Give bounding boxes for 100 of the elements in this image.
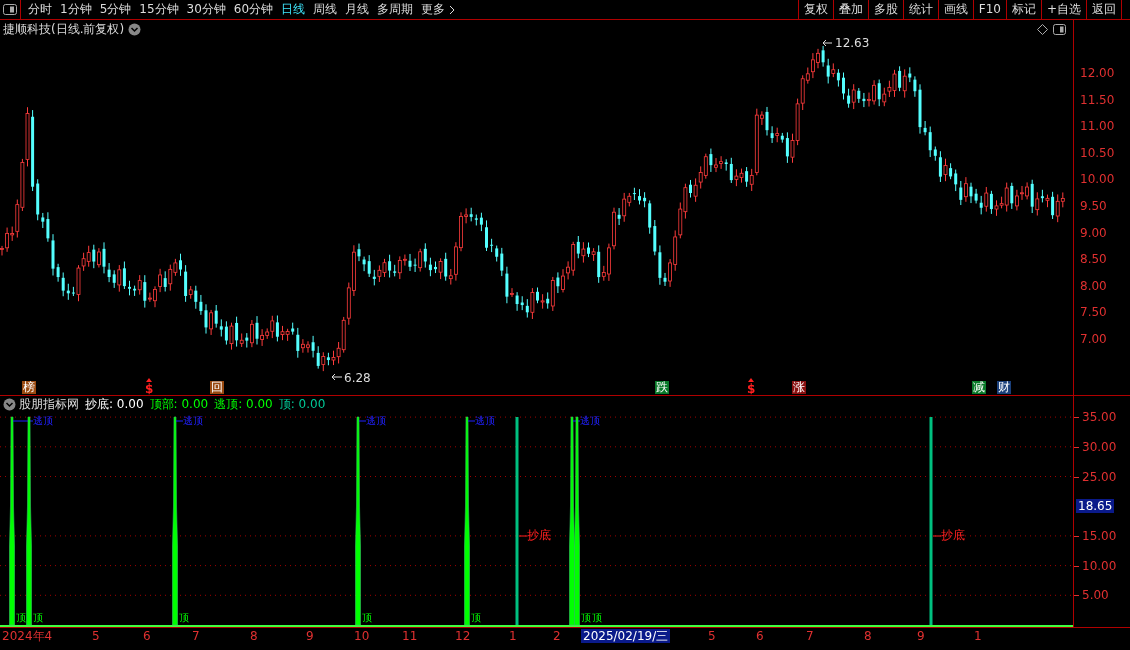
dollar-marker: $ (747, 383, 756, 396)
date-label: 9 (306, 629, 314, 643)
axis-label: 10.50 (1080, 145, 1115, 160)
tick-mark (1074, 417, 1079, 419)
indicator-value: 逃顶: 0.00 (214, 396, 273, 413)
period-tab[interactable]: 分时 (24, 0, 56, 19)
date-label: 2024年4 (2, 629, 53, 643)
leader-line (12, 420, 34, 422)
date-label: 8 (250, 629, 258, 643)
toolbar-button[interactable]: 返回 (1086, 0, 1122, 19)
marker-tag: 减 (972, 381, 986, 394)
signal-label: 逃顶 (33, 415, 53, 426)
leader-line (572, 420, 581, 422)
signal-label: 逃顶 (183, 415, 203, 426)
axis-label: 11.50 (1080, 92, 1115, 107)
panel-toggle-icon[interactable] (1053, 23, 1066, 35)
date-label: 2025/02/19/三 (581, 629, 671, 643)
chevron-right-icon (448, 4, 457, 15)
signal-label: 顶 (581, 612, 591, 623)
tick-mark (1074, 476, 1079, 478)
period-tab[interactable]: 更多 (417, 0, 461, 19)
axis-label: 10.00 (1080, 172, 1115, 187)
caret-up-icon (748, 378, 754, 382)
axis-label: 25.00 (1082, 469, 1117, 484)
period-tab[interactable]: 15分钟 (135, 0, 183, 19)
indicator-value: 抄底: 0.00 (85, 396, 144, 413)
signal-label: 顶 (592, 612, 602, 623)
axis-label: 9.00 (1080, 225, 1107, 240)
period-tab[interactable]: 月线 (341, 0, 374, 19)
date-label: 12 (455, 629, 471, 643)
leader-line (518, 535, 528, 537)
date-label: 9 (917, 629, 925, 643)
date-label: 7 (806, 629, 814, 643)
date-label: 1 (974, 629, 982, 643)
chevron-down-icon[interactable] (3, 397, 16, 411)
date-label: 5 (708, 629, 716, 643)
toolbar-button[interactable]: 标记 (1005, 0, 1041, 19)
period-tab[interactable]: 多周期 (373, 0, 418, 19)
tick-mark (1074, 565, 1079, 567)
axis-label: 30.00 (1082, 439, 1117, 454)
leader-line (175, 420, 184, 422)
signal-label: 顶 (32, 612, 43, 623)
toolbar-button[interactable]: 画线 (937, 0, 973, 19)
axis-label: 5.00 (1082, 588, 1109, 603)
axis-label: 15.00 (1082, 528, 1117, 543)
indicator-value: 顶部: 0.00 (149, 396, 209, 413)
current-value: 18.65 (1076, 499, 1115, 513)
toolbar-button[interactable]: 多股 (867, 0, 903, 19)
indicator-value: 顶: 0.00 (278, 396, 326, 413)
chevron-down-icon (128, 22, 142, 36)
panel-toggle-icon[interactable] (0, 0, 21, 19)
date-label: 10 (354, 629, 370, 643)
diamond-icon (1037, 23, 1048, 35)
period-tab[interactable]: 60分钟 (229, 0, 278, 19)
axis-label: 7.00 (1080, 332, 1107, 346)
signal-label: 逃顶 (475, 415, 495, 426)
toolbar-button[interactable]: 复权 (797, 0, 833, 19)
tick-mark (1074, 446, 1079, 448)
marker-tag: 财 (997, 381, 1011, 394)
caret-up-icon (146, 378, 152, 382)
period-tab[interactable]: 1分钟 (56, 0, 96, 19)
toolbar-button[interactable]: 统计 (902, 0, 938, 19)
period-tab[interactable]: 周线 (309, 0, 342, 19)
signal-label: 顶 (361, 612, 372, 623)
axis-label: 11.00 (1080, 119, 1115, 134)
date-label: 8 (864, 629, 872, 643)
date-label: 7 (192, 629, 200, 643)
date-label: 6 (756, 629, 764, 643)
date-label: 2 (553, 629, 561, 643)
dollar-marker: $ (145, 383, 154, 396)
price-label: 12.63 (835, 36, 870, 50)
marker-tag: 涨 (792, 381, 806, 394)
axis-label: 10.00 (1082, 558, 1117, 573)
tick-mark (1074, 535, 1079, 537)
marker-tag: 回 (210, 381, 224, 394)
toolbar-button[interactable]: 叠加 (832, 0, 868, 19)
axis-label: 8.50 (1080, 252, 1107, 267)
period-tab[interactable]: 日线 (277, 0, 310, 19)
date-label: 6 (143, 629, 151, 643)
period-tab[interactable]: 5分钟 (95, 0, 136, 19)
leader-line (932, 535, 942, 537)
date-label: 5 (92, 629, 100, 643)
leader-line (331, 373, 343, 381)
leader-line (822, 39, 833, 47)
signal-label: 顶 (15, 612, 26, 623)
indicator-name: 股朋指标网 (19, 396, 79, 413)
toolbar-button[interactable]: +自选 (1040, 0, 1086, 19)
axis-label: 12.00 (1080, 66, 1115, 80)
axis-label: 9.50 (1080, 199, 1107, 213)
toolbar-button[interactable]: F10 (972, 0, 1006, 19)
price-label: 6.28 (344, 371, 371, 385)
signal-label: 顶 (178, 612, 189, 623)
date-label: 1 (509, 629, 517, 643)
chart-title: 捷顺科技(日线.前复权) (3, 21, 125, 38)
leader-line (467, 420, 476, 422)
signal-label: 抄底 (941, 528, 965, 542)
marker-tag: 榜 (22, 381, 36, 394)
axis-label: 35.00 (1082, 410, 1117, 425)
signal-label: 抄底 (527, 528, 551, 542)
period-tab[interactable]: 30分钟 (182, 0, 230, 19)
